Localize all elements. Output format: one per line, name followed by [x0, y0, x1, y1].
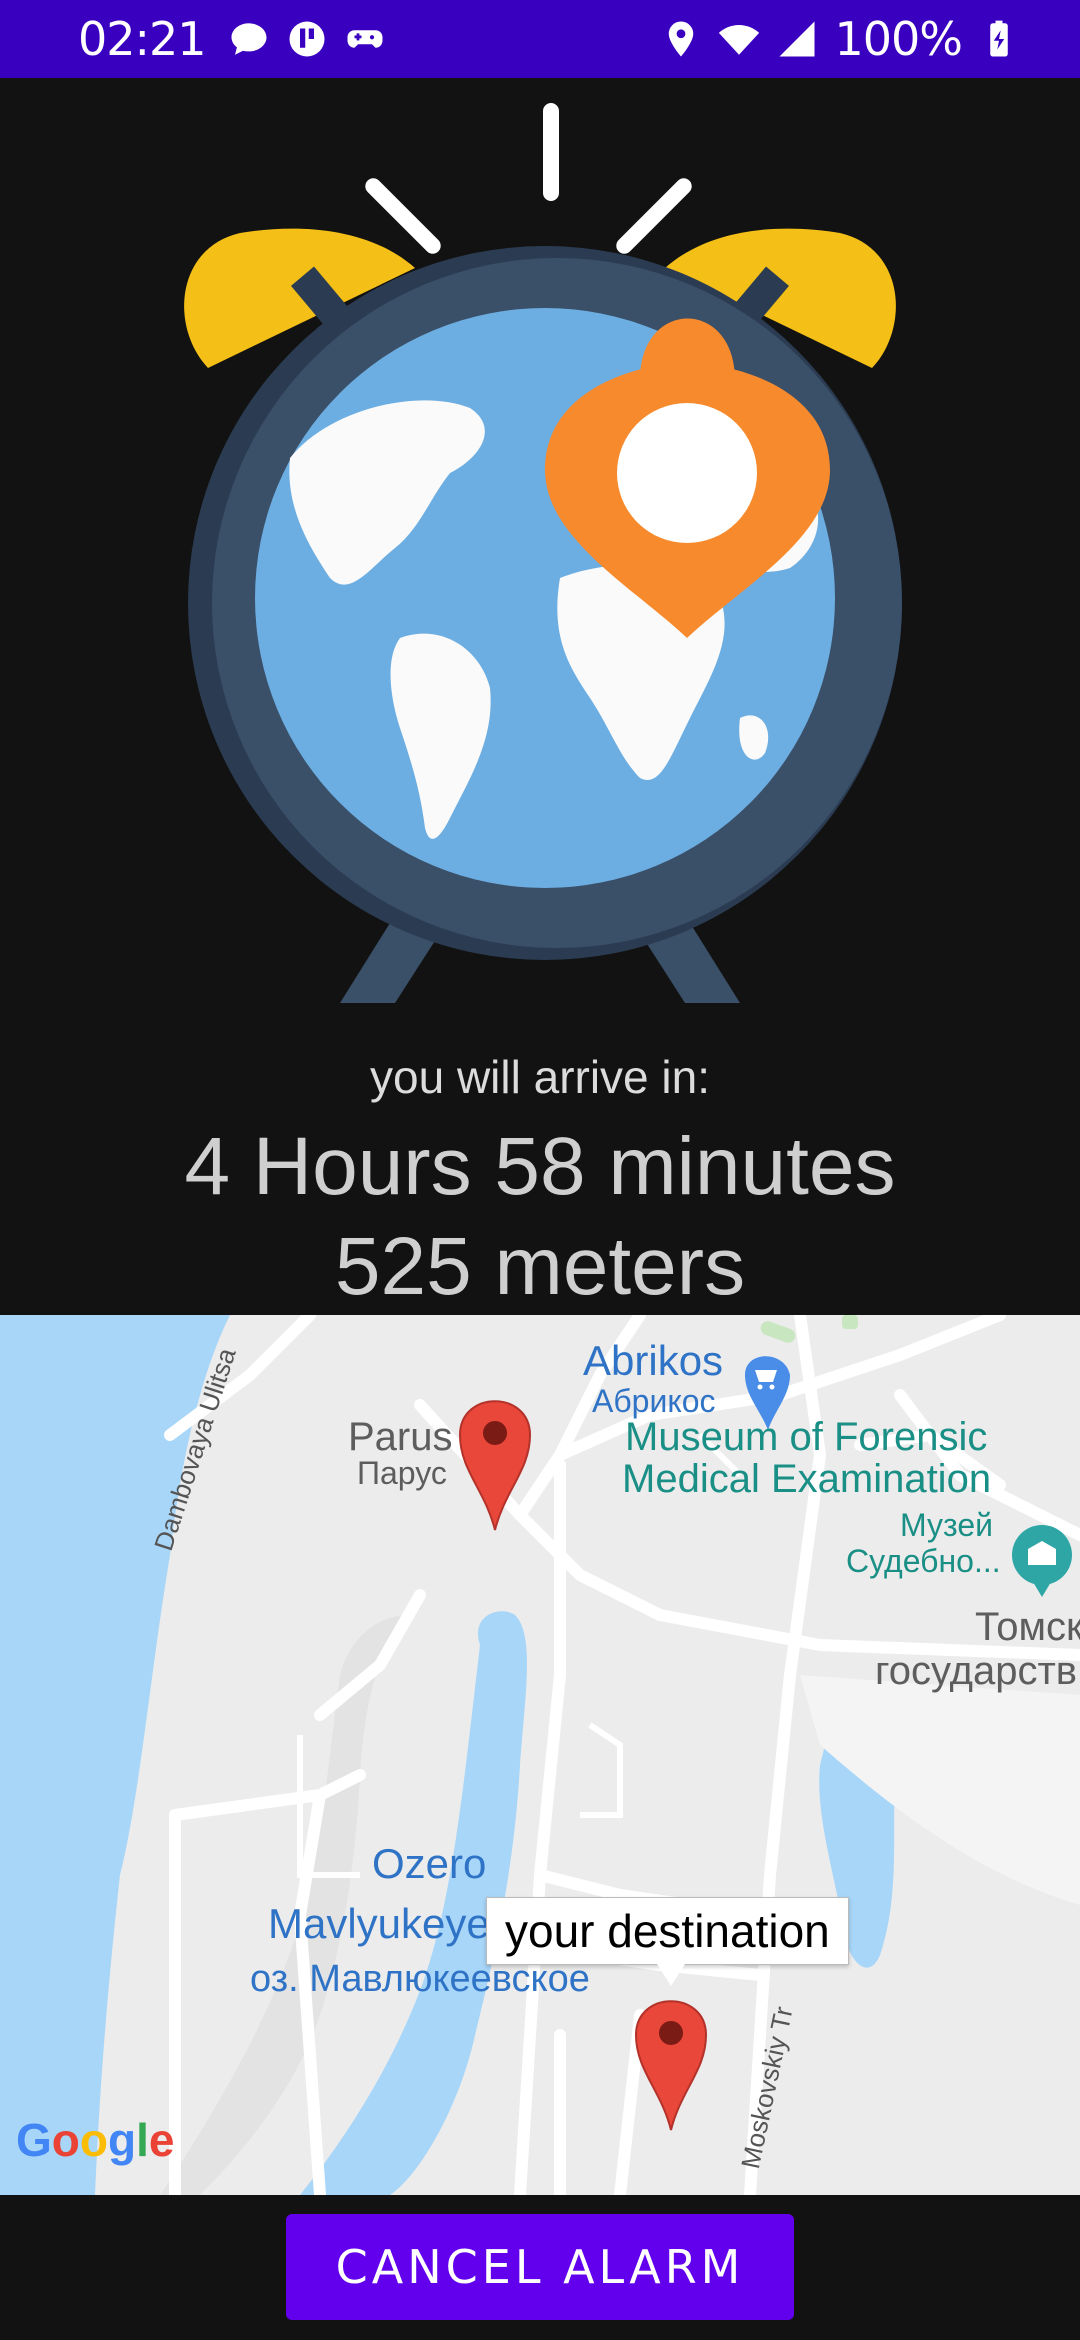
arrival-distance: 525 meters — [334, 1221, 746, 1312]
signal-icon — [779, 21, 815, 57]
wifi-icon — [719, 25, 760, 55]
status-right: 100% — [660, 12, 1020, 66]
map-label-museum-ru-1: Музей — [900, 1507, 993, 1543]
battery-percent: 100% — [834, 12, 963, 66]
arrive-label: you will arrive in: — [370, 1051, 710, 1103]
destination-pin-icon — [634, 2000, 708, 2131]
cancel-alarm-button[interactable]: CANCEL ALARM — [286, 2214, 794, 2320]
status-left-icons — [228, 18, 386, 60]
alarm-clock-illustration — [0, 78, 1080, 1008]
location-icon — [669, 21, 694, 57]
destination-callout[interactable]: your destination — [486, 1897, 849, 1986]
map-view[interactable]: Abrikos Абрикос Parus Парус Museum of Fo… — [0, 1315, 1080, 2195]
map-label-ozero-1: Ozero — [372, 1840, 487, 1887]
arrival-time: 4 Hours 58 minutes — [184, 1121, 896, 1212]
map-label-parus[interactable]: Parus — [348, 1415, 453, 1460]
map-label-tomsk-1: Томск — [975, 1605, 1080, 1649]
map-label-tomsk-2: государств — [875, 1649, 1078, 1693]
app-badge-icon — [289, 21, 325, 57]
battery-charging-icon — [990, 20, 1008, 57]
map-label-ozero-2: Mavlyukeyev — [268, 1900, 511, 1947]
alarm-clock-globe-icon — [184, 103, 902, 1003]
map-label-abrikos[interactable]: Abrikos — [583, 1337, 723, 1385]
game-controller-icon — [347, 30, 383, 48]
chat-icon — [231, 23, 267, 55]
museum-icon — [1012, 1525, 1072, 1597]
status-time: 02:21 — [78, 12, 207, 66]
map-label-museum-1[interactable]: Museum of Forensic — [625, 1415, 987, 1460]
map-label-parus-ru: Парус — [357, 1455, 447, 1491]
map-label-museum-2[interactable]: Medical Examination — [622, 1457, 991, 1502]
google-logo: Google — [16, 2114, 175, 2166]
map-label-museum-ru-2: Судебно... — [846, 1543, 1001, 1579]
status-bar: 02:21 100% — [0, 0, 1080, 78]
